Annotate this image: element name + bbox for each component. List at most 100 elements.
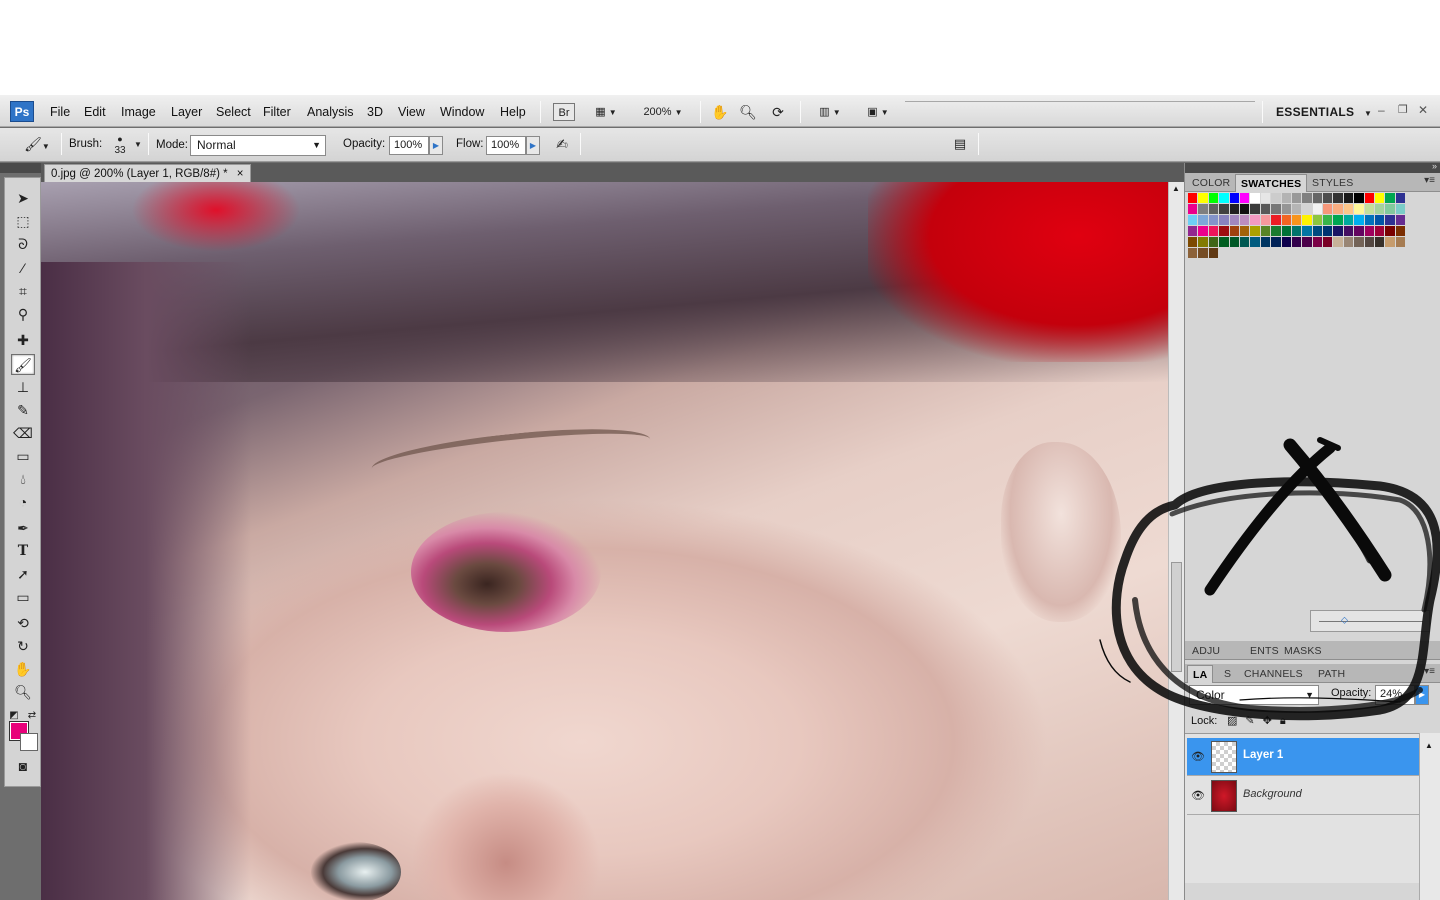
lasso-tool-icon[interactable]: ᘐ <box>11 234 35 255</box>
color-swatch[interactable] <box>1281 215 1292 226</box>
flow-slider-button[interactable]: ▶ <box>526 136 540 155</box>
slider-knob[interactable]: ⬦ <box>1341 615 1348 626</box>
background-color-swatch[interactable] <box>20 733 38 751</box>
lock-transparency-icon[interactable]: ▨ <box>1227 715 1245 727</box>
color-swatch[interactable] <box>1260 215 1272 226</box>
menu-3d[interactable]: 3D <box>367 95 383 127</box>
color-swatch[interactable] <box>1364 226 1376 237</box>
color-swatch[interactable] <box>1250 215 1261 226</box>
panel-menu-icon[interactable]: ▾≡ <box>1424 666 1435 677</box>
gradient-tool-icon[interactable]: ▭ <box>11 446 35 467</box>
color-swatch[interactable] <box>1323 226 1334 237</box>
color-swatch[interactable] <box>1239 204 1251 215</box>
scroll-up-icon[interactable]: ▲ <box>1425 741 1433 750</box>
color-swatch[interactable] <box>1239 215 1251 226</box>
color-swatch[interactable] <box>1385 237 1396 248</box>
color-swatch[interactable] <box>1188 215 1199 226</box>
color-swatch[interactable] <box>1312 215 1324 226</box>
color-swatch[interactable] <box>1271 204 1282 215</box>
menu-edit[interactable]: Edit <box>84 95 106 127</box>
color-swatch[interactable] <box>1333 204 1344 215</box>
color-swatch[interactable] <box>1281 226 1292 237</box>
clone-stamp-tool-icon[interactable]: ⊥ <box>11 377 35 398</box>
tab-layers-suffix[interactable]: S <box>1219 665 1236 683</box>
tab-swatches[interactable]: SWATCHES <box>1235 174 1308 192</box>
menu-image[interactable]: Image <box>121 95 156 127</box>
color-swatch[interactable] <box>1271 215 1282 226</box>
lock-pixels-icon[interactable]: ✎ <box>1245 715 1262 727</box>
menu-analysis[interactable]: Analysis <box>307 95 354 127</box>
color-swatch[interactable] <box>1333 237 1344 248</box>
panel-dock-header[interactable]: » <box>1185 161 1440 173</box>
color-swatch[interactable] <box>1364 193 1376 204</box>
zoom-tool-icon[interactable]: 🔍︎ <box>11 682 35 703</box>
scroll-up-icon[interactable]: ▲ <box>1172 184 1180 193</box>
rotate-view-icon[interactable]: ⟳ <box>768 103 788 121</box>
color-swatch[interactable] <box>1385 204 1396 215</box>
tool-preset-picker[interactable]: 🖌︎▼ <box>20 135 54 153</box>
hand-tool-icon[interactable]: ✋ <box>710 103 730 121</box>
color-swatch[interactable] <box>1291 226 1303 237</box>
color-swatch[interactable] <box>1354 193 1365 204</box>
color-swatch[interactable] <box>1188 193 1199 204</box>
color-swatch[interactable] <box>1375 193 1386 204</box>
airbrush-icon[interactable]: ✍ <box>550 135 574 153</box>
color-swatch[interactable] <box>1208 193 1220 204</box>
color-swatch[interactable] <box>1219 215 1230 226</box>
lock-options[interactable]: ▨✎✥🔒︎ <box>1227 714 1294 728</box>
color-swatch[interactable] <box>1188 237 1199 248</box>
color-swatch[interactable] <box>1188 226 1199 237</box>
brush-panel-icon[interactable]: ▤ <box>948 135 972 153</box>
menu-select[interactable]: Select <box>216 95 251 127</box>
color-swatch[interactable] <box>1333 226 1344 237</box>
eyedropper-tool-icon[interactable]: ⚲ <box>11 304 35 325</box>
layer-opacity-input[interactable]: 24% <box>1375 685 1415 705</box>
brush-tool-icon[interactable]: 🖌︎ <box>11 354 35 375</box>
color-swatch[interactable] <box>1188 204 1199 215</box>
layer-row-layer-1[interactable]: 👁︎ Layer 1 <box>1187 738 1419 776</box>
color-swatch[interactable] <box>1291 204 1303 215</box>
color-swatch[interactable] <box>1229 215 1240 226</box>
collapse-icon[interactable]: » <box>1432 161 1437 171</box>
color-swatch[interactable] <box>1198 226 1209 237</box>
tab-layers[interactable]: LA <box>1187 665 1214 683</box>
color-swatch[interactable] <box>1250 193 1261 204</box>
zoom-level-dropdown[interactable]: 200% ▼ <box>638 103 688 121</box>
color-swatch[interactable] <box>1323 237 1334 248</box>
menu-view[interactable]: View <box>398 95 425 127</box>
3d-orbit-tool-icon[interactable]: ↻ <box>11 636 35 657</box>
color-swatch[interactable] <box>1219 193 1230 204</box>
color-swatch[interactable] <box>1343 215 1355 226</box>
color-swatch[interactable] <box>1375 215 1386 226</box>
color-swatch[interactable] <box>1323 215 1334 226</box>
color-swatch[interactable] <box>1281 204 1292 215</box>
color-swatch[interactable] <box>1385 193 1396 204</box>
color-swatch[interactable] <box>1198 237 1209 248</box>
chevron-down-icon[interactable]: ▼ <box>134 140 142 149</box>
color-swatch[interactable] <box>1312 193 1324 204</box>
color-swatch[interactable] <box>1302 237 1313 248</box>
color-swatch[interactable] <box>1354 237 1365 248</box>
canvas-vertical-scrollbar[interactable]: ▲ <box>1168 182 1184 900</box>
color-swatch[interactable] <box>1302 193 1313 204</box>
color-swatch[interactable] <box>1198 193 1209 204</box>
quick-selection-tool-icon[interactable]: ⁄ <box>11 258 35 279</box>
color-swatch[interactable] <box>1302 226 1313 237</box>
close-icon[interactable]: ✕ <box>1418 103 1428 117</box>
shape-tool-icon[interactable]: ▭ <box>11 587 35 608</box>
color-swatch[interactable] <box>1333 193 1344 204</box>
marquee-tool-icon[interactable]: ⬚ <box>11 211 35 232</box>
color-swatch[interactable] <box>1208 226 1220 237</box>
color-swatch[interactable] <box>1354 226 1365 237</box>
panel-menu-icon[interactable]: ▾≡ <box>1424 175 1435 186</box>
minimize-icon[interactable]: – <box>1378 103 1385 117</box>
type-tool-icon[interactable]: T <box>11 541 35 562</box>
color-swatch[interactable] <box>1395 204 1407 215</box>
flow-input[interactable]: 100% <box>486 136 526 155</box>
color-swatch[interactable] <box>1343 204 1355 215</box>
color-swatch[interactable] <box>1219 204 1230 215</box>
tab-color[interactable]: COLOR <box>1187 174 1235 192</box>
move-tool-icon[interactable]: ➤ <box>11 188 35 209</box>
visibility-eye-icon[interactable]: 👁︎ <box>1191 750 1205 763</box>
eraser-tool-icon[interactable]: ⌫ <box>11 423 35 444</box>
